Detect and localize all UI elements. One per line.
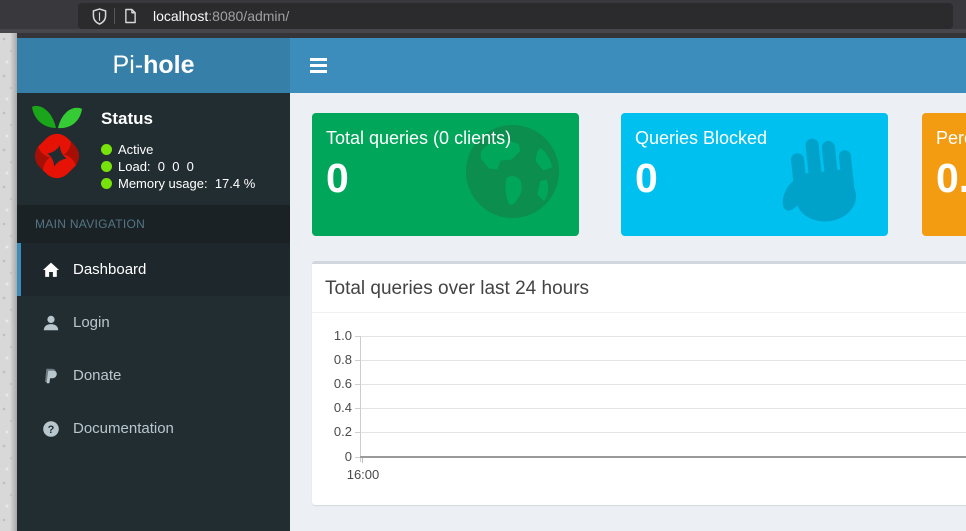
sidebar-item-label: Documentation [73, 420, 174, 437]
sidebar-item-label: Dashboard [73, 261, 147, 278]
home-icon [42, 261, 64, 279]
y-axis-label: 1.0 [333, 328, 352, 343]
url-host: localhost [153, 8, 209, 24]
shield-icon[interactable] [86, 5, 112, 27]
sidebar-item-documentation[interactable]: ? Documentation [17, 402, 290, 455]
sidebar-item-donate[interactable]: Donate [17, 349, 290, 402]
logo-text-prefix: Pi- [112, 51, 144, 79]
nav-section-header: MAIN NAVIGATION [17, 205, 290, 243]
y-axis-label: 0.6 [333, 376, 352, 391]
status-dot [101, 178, 112, 189]
page-icon[interactable] [117, 5, 143, 27]
pihole-page: Pi-hole Status Active Load: 0 0 0 Memory… [17, 38, 966, 531]
status-line-memory: Memory usage: 17.4 % [101, 175, 255, 192]
status-dot [101, 144, 112, 155]
x-axis-label: 16:00 [346, 467, 380, 482]
url-text[interactable]: localhost:8080/admin/ [153, 8, 289, 24]
toolbar-edge [0, 29, 966, 33]
raspberry-logo-icon [30, 99, 84, 196]
chart-title: Total queries over last 24 hours [325, 278, 590, 299]
status-panel: Status Active Load: 0 0 0 Memory usage: … [17, 93, 290, 205]
y-axis-line [360, 336, 361, 462]
gridline [360, 360, 966, 361]
card-percent-blocked: Percent Blocked 0.0% [922, 113, 966, 236]
desktop-background [0, 33, 17, 531]
card-queries-blocked: Queries Blocked 0 [621, 113, 888, 236]
address-bar[interactable]: localhost:8080/admin/ [78, 3, 953, 29]
card-title: Percent Blocked [936, 128, 966, 148]
status-line-load: Load: 0 0 0 [101, 158, 255, 175]
url-path: :8080/admin/ [208, 8, 290, 24]
paypal-icon [42, 367, 64, 385]
card-title: Queries Blocked [635, 128, 768, 148]
x-axis-line [360, 456, 966, 458]
sidebar-item-dashboard[interactable]: Dashboard [17, 243, 290, 296]
y-axis-label: 0.8 [333, 352, 352, 367]
gridline [360, 408, 966, 409]
card-total-queries: Total queries (0 clients) 0 [312, 113, 579, 236]
card-value: 0 [635, 155, 658, 201]
status-line-active: Active [101, 141, 255, 158]
y-axis-label: 0.4 [333, 400, 352, 415]
y-axis-label: 0 [344, 449, 352, 464]
queries-chart-panel: Total queries over last 24 hours 1.0 0.8 [312, 261, 966, 505]
sidebar-item-login[interactable]: Login [17, 296, 290, 349]
question-circle-icon: ? [42, 420, 64, 438]
card-value: 0.0% [936, 155, 966, 201]
pihole-logo[interactable]: Pi-hole [17, 38, 290, 93]
x-tick [362, 458, 363, 463]
browser-toolbar: localhost:8080/admin/ [0, 0, 966, 29]
sidebar-item-label: Donate [73, 367, 122, 384]
card-value: 0 [326, 155, 349, 201]
gridline [360, 384, 966, 385]
status-title: Status [101, 109, 153, 128]
svg-text:?: ? [48, 424, 55, 436]
user-icon [42, 314, 64, 332]
top-navbar [290, 38, 966, 93]
sidebar: Status Active Load: 0 0 0 Memory usage: … [17, 93, 290, 531]
divider [114, 8, 115, 24]
y-axis-label: 0.2 [333, 424, 352, 439]
window-edge [0, 33, 966, 38]
sidebar-item-label: Login [73, 314, 110, 331]
panel-header: Total queries over last 24 hours [312, 264, 966, 313]
card-title: Total queries (0 clients) [326, 128, 512, 148]
logo-text-bold: hole [143, 51, 195, 79]
queries-over-time-chart: 1.0 0.8 0.6 0.4 0.2 0 16:00 [312, 317, 966, 505]
screen: localhost:8080/admin/ Pi-hole Status Act… [0, 0, 966, 531]
gridline [360, 432, 966, 433]
status-text-block: Status Active Load: 0 0 0 Memory usage: … [101, 109, 255, 192]
gridline [360, 336, 966, 337]
status-dot [101, 161, 112, 172]
hamburger-icon[interactable] [310, 55, 327, 76]
